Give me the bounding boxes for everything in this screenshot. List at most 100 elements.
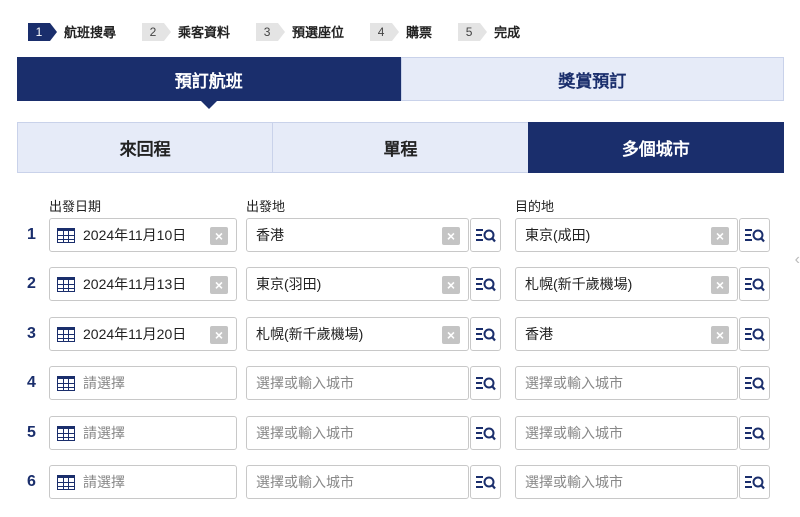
step-number: 2 bbox=[142, 22, 172, 41]
leg-number: 3 bbox=[27, 325, 36, 342]
clear-icon[interactable]: × bbox=[210, 326, 228, 344]
origin-city-value: 選擇或輸入城市 bbox=[256, 474, 354, 490]
booking-type-tabs: 預訂航班 獎賞預訂 bbox=[17, 57, 784, 109]
destination-city-value: 選擇或輸入城市 bbox=[525, 425, 623, 441]
leg-number: 5 bbox=[27, 424, 36, 441]
clear-icon[interactable]: × bbox=[711, 227, 729, 245]
destination-city-field[interactable]: 香港 × bbox=[515, 317, 738, 351]
departure-date-value: 2024年11月20日 bbox=[83, 326, 187, 342]
flight-leg-row: 2 2024年11月13日 × 東京(羽田) × 札幌(新千歲機場) × bbox=[0, 267, 800, 301]
step-1: 1 航班搜尋 bbox=[28, 22, 116, 41]
destination-column-header: 目的地 bbox=[515, 199, 555, 214]
destination-list-search-icon[interactable] bbox=[739, 416, 770, 450]
destination-city-value: 選擇或輸入城市 bbox=[525, 375, 623, 391]
tab-one-way[interactable]: 單程 bbox=[272, 122, 528, 173]
origin-city-field[interactable]: 札幌(新千歲機場) × bbox=[246, 317, 469, 351]
origin-column-header: 出發地 bbox=[246, 199, 286, 214]
origin-city-field[interactable]: 選擇或輸入城市 bbox=[246, 416, 469, 450]
destination-city-field[interactable]: 選擇或輸入城市 bbox=[515, 366, 738, 400]
calendar-icon bbox=[57, 227, 75, 243]
chevron-left-icon[interactable]: ‹ bbox=[795, 251, 800, 269]
origin-list-search-icon[interactable] bbox=[470, 465, 501, 499]
flight-leg-row: 4 請選擇 選擇或輸入城市 選擇或輸入城市 bbox=[0, 366, 800, 400]
origin-city-value: 札幌(新千歲機場) bbox=[256, 326, 364, 342]
trip-type-tabs: 來回程 單程 多個城市 bbox=[17, 122, 784, 173]
departure-date-value: 請選擇 bbox=[83, 474, 125, 490]
destination-list-search-icon[interactable] bbox=[739, 317, 770, 351]
calendar-icon bbox=[57, 375, 75, 391]
departure-date-value: 請選擇 bbox=[83, 425, 125, 441]
destination-city-value: 香港 bbox=[525, 326, 553, 342]
destination-list-search-icon[interactable] bbox=[739, 218, 770, 252]
step-label: 乘客資料 bbox=[178, 25, 231, 40]
departure-date-field[interactable]: 請選擇 bbox=[49, 416, 237, 450]
origin-city-value: 東京(羽田) bbox=[256, 276, 322, 292]
destination-city-value: 札幌(新千歲機場) bbox=[525, 276, 633, 292]
leg-number: 1 bbox=[27, 226, 36, 243]
destination-city-field[interactable]: 札幌(新千歲機場) × bbox=[515, 267, 738, 301]
flight-leg-row: 5 請選擇 選擇或輸入城市 選擇或輸入城市 bbox=[0, 416, 800, 450]
calendar-icon bbox=[57, 425, 75, 441]
step-number: 1 bbox=[28, 22, 57, 41]
departure-date-field[interactable]: 2024年11月10日 × bbox=[49, 218, 237, 252]
step-label: 預選座位 bbox=[292, 25, 345, 40]
destination-city-field[interactable]: 東京(成田) × bbox=[515, 218, 738, 252]
destination-list-search-icon[interactable] bbox=[739, 267, 770, 301]
origin-list-search-icon[interactable] bbox=[470, 317, 501, 351]
step-number: 4 bbox=[370, 22, 400, 41]
step-2: 2 乘客資料 bbox=[142, 22, 230, 41]
destination-list-search-icon[interactable] bbox=[739, 366, 770, 400]
departure-date-value: 2024年11月13日 bbox=[83, 276, 187, 292]
progress-steps: 1 航班搜尋 2 乘客資料 3 預選座位 4 購票 5 完成 bbox=[28, 22, 546, 41]
clear-icon[interactable]: × bbox=[442, 227, 460, 245]
flight-leg-row: 6 請選擇 選擇或輸入城市 選擇或輸入城市 bbox=[0, 465, 800, 499]
departure-date-field[interactable]: 2024年11月20日 × bbox=[49, 317, 237, 351]
origin-list-search-icon[interactable] bbox=[470, 366, 501, 400]
leg-number: 6 bbox=[27, 473, 36, 490]
departure-date-field[interactable]: 2024年11月13日 × bbox=[49, 267, 237, 301]
origin-city-field[interactable]: 選擇或輸入城市 bbox=[246, 465, 469, 499]
step-4: 4 購票 bbox=[370, 22, 432, 41]
tab-multi-city[interactable]: 多個城市 bbox=[527, 122, 784, 173]
departure-date-field[interactable]: 請選擇 bbox=[49, 366, 237, 400]
destination-city-field[interactable]: 選擇或輸入城市 bbox=[515, 465, 738, 499]
clear-icon[interactable]: × bbox=[210, 276, 228, 294]
flight-leg-row: 3 2024年11月20日 × 札幌(新千歲機場) × 香港 × bbox=[0, 317, 800, 351]
origin-list-search-icon[interactable] bbox=[470, 416, 501, 450]
clear-icon[interactable]: × bbox=[442, 326, 460, 344]
origin-city-field[interactable]: 選擇或輸入城市 bbox=[246, 366, 469, 400]
origin-city-value: 選擇或輸入城市 bbox=[256, 425, 354, 441]
departure-date-value: 請選擇 bbox=[83, 375, 125, 391]
destination-city-value: 東京(成田) bbox=[525, 227, 591, 243]
step-label: 購票 bbox=[406, 25, 433, 40]
departure-date-value: 2024年11月10日 bbox=[83, 227, 187, 243]
calendar-icon bbox=[57, 276, 75, 292]
tab-round-trip[interactable]: 來回程 bbox=[17, 122, 273, 173]
tab-book-flights[interactable]: 預訂航班 bbox=[17, 57, 401, 109]
destination-city-value: 選擇或輸入城市 bbox=[525, 474, 623, 490]
clear-icon[interactable]: × bbox=[210, 227, 228, 245]
flight-leg-row: 1 2024年11月10日 × 香港 × 東京(成田) × bbox=[0, 218, 800, 252]
step-label: 完成 bbox=[494, 25, 521, 40]
clear-icon[interactable]: × bbox=[711, 326, 729, 344]
tab-award-booking[interactable]: 獎賞預訂 bbox=[400, 57, 784, 101]
destination-list-search-icon[interactable] bbox=[739, 465, 770, 499]
destination-city-field[interactable]: 選擇或輸入城市 bbox=[515, 416, 738, 450]
calendar-icon bbox=[57, 474, 75, 490]
origin-list-search-icon[interactable] bbox=[470, 218, 501, 252]
calendar-icon bbox=[57, 326, 75, 342]
step-5: 5 完成 bbox=[458, 22, 520, 41]
origin-city-field[interactable]: 東京(羽田) × bbox=[246, 267, 469, 301]
step-number: 3 bbox=[256, 22, 286, 41]
origin-city-value: 選擇或輸入城市 bbox=[256, 375, 354, 391]
origin-list-search-icon[interactable] bbox=[470, 267, 501, 301]
date-column-header: 出發日期 bbox=[49, 199, 102, 214]
leg-number: 4 bbox=[27, 374, 36, 391]
step-number: 5 bbox=[458, 22, 488, 41]
clear-icon[interactable]: × bbox=[442, 276, 460, 294]
origin-city-field[interactable]: 香港 × bbox=[246, 218, 469, 252]
clear-icon[interactable]: × bbox=[711, 276, 729, 294]
departure-date-field[interactable]: 請選擇 bbox=[49, 465, 237, 499]
leg-number: 2 bbox=[27, 275, 36, 292]
origin-city-value: 香港 bbox=[256, 227, 284, 243]
